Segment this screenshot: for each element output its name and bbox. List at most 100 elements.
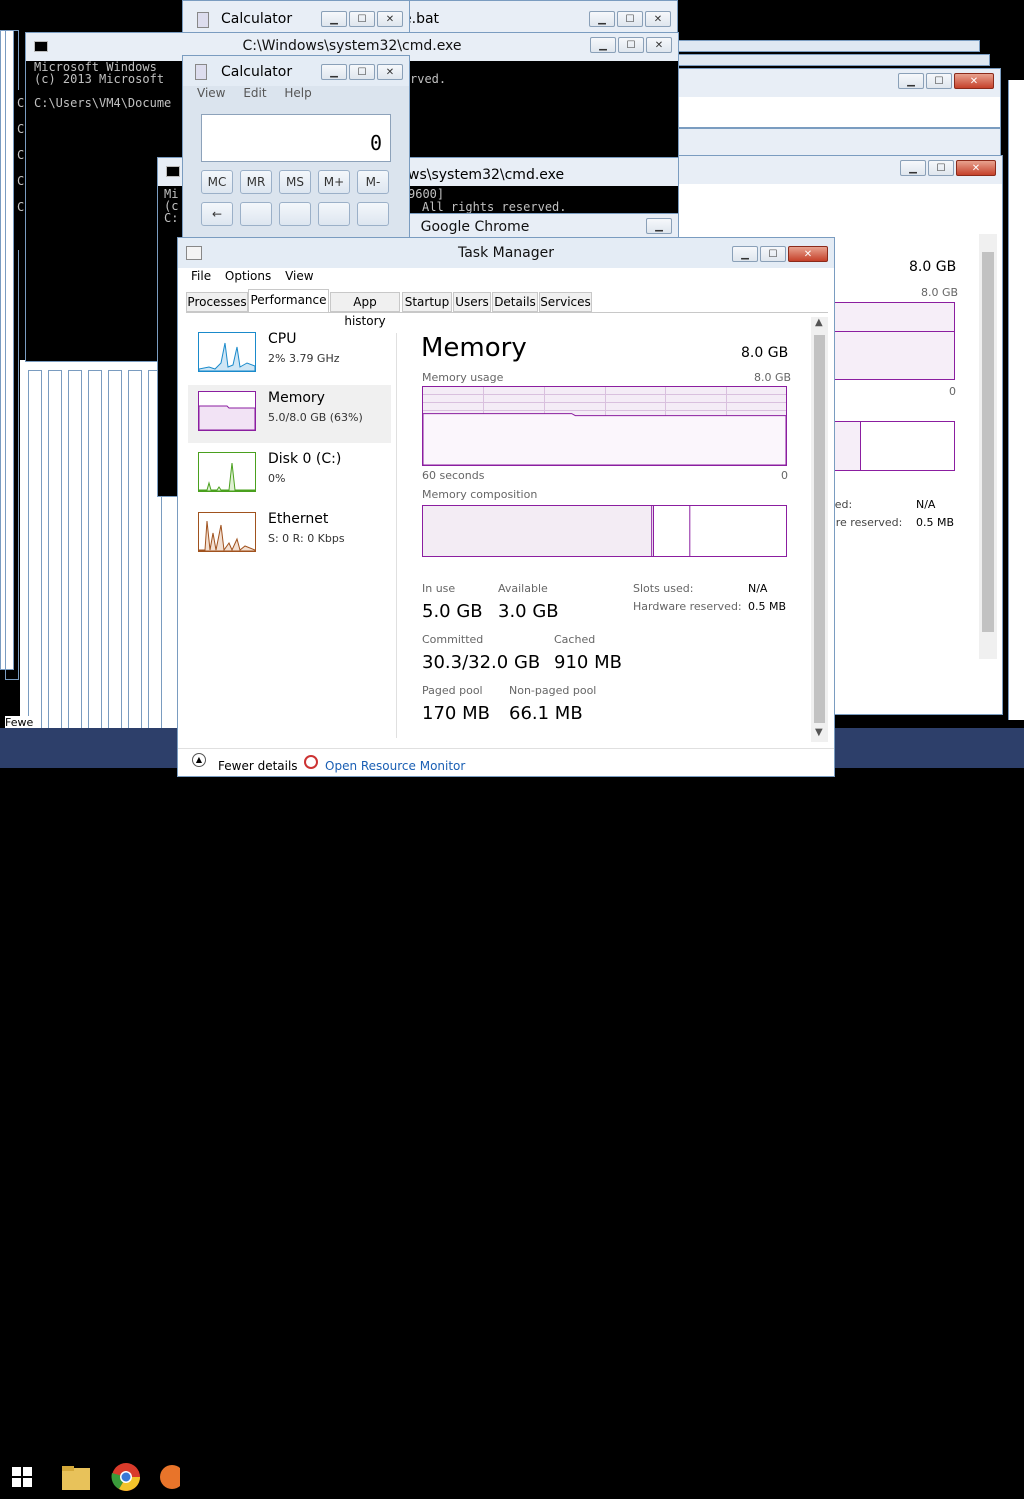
backspace-button[interactable]: ← <box>201 202 233 226</box>
tab-users[interactable]: Users <box>453 292 491 312</box>
ms-button[interactable]: MS <box>279 170 311 194</box>
stat-cached-value: 910 MB <box>554 652 622 673</box>
chrome-taskbar-button[interactable] <box>106 1458 146 1496</box>
composition-in-use <box>423 506 652 556</box>
time-right-label: 0 <box>781 469 788 482</box>
folder-icon <box>62 1466 90 1490</box>
tab-app-history[interactable]: App history <box>330 292 400 328</box>
cmd1-line2-tail: rved. <box>410 72 447 86</box>
mr-button[interactable]: MR <box>240 170 272 194</box>
sidebar-ethernet-name: Ethernet <box>268 511 329 527</box>
menu-file[interactable]: File <box>191 269 211 283</box>
right-slots-value: N/A <box>916 498 936 511</box>
menu-options[interactable]: Options <box>225 269 271 283</box>
minimize-button[interactable]: ▁ <box>590 37 616 53</box>
menu-view[interactable]: View <box>285 269 313 283</box>
cmd2-tail-1: 9600] <box>408 187 445 201</box>
maximize-button[interactable]: ☐ <box>349 64 375 80</box>
composition-label: Memory composition <box>422 488 538 501</box>
menu-edit[interactable]: Edit <box>243 86 266 100</box>
close-button[interactable]: ✕ <box>954 73 994 89</box>
sidebar-divider <box>396 333 397 738</box>
maximize-button[interactable]: ☐ <box>349 11 375 27</box>
minimize-button[interactable]: ▁ <box>732 246 758 262</box>
cmd-icon <box>166 166 180 177</box>
calculator-menu: View Edit Help <box>197 86 326 100</box>
bg-window-right-top: ▁ ☐ ✕ <box>678 68 1001 128</box>
maximize-button[interactable]: ☐ <box>760 246 786 262</box>
calc-button-sqrt[interactable] <box>357 202 389 226</box>
tab-services[interactable]: Services <box>539 292 592 312</box>
stat-paged-label: Paged pool <box>422 684 483 697</box>
usage-max: 8.0 GB <box>754 371 792 384</box>
stat-slots-label: Slots used: <box>633 582 694 595</box>
calculator-icon <box>197 12 209 28</box>
minimize-button[interactable]: ▁ <box>589 11 615 27</box>
m-plus-button[interactable]: M+ <box>318 170 350 194</box>
close-button[interactable]: ✕ <box>377 11 403 27</box>
close-button[interactable]: ✕ <box>645 11 671 27</box>
cpu-thumbnail-graph <box>198 332 256 372</box>
tab-processes[interactable]: Processes <box>186 292 248 312</box>
m-minus-button[interactable]: M- <box>357 170 389 194</box>
scroll-down-icon[interactable]: ▼ <box>815 727 823 738</box>
sidebar-memory-name: Memory <box>268 390 325 406</box>
firefox-taskbar-button[interactable] <box>150 1458 184 1496</box>
minimize-button[interactable]: ▁ <box>900 160 926 176</box>
memory-usage-line <box>422 413 787 466</box>
close-button[interactable]: ✕ <box>788 246 828 262</box>
chevron-up-icon[interactable]: ▲ <box>192 753 206 767</box>
scroll-up-icon[interactable]: ▲ <box>815 317 823 328</box>
stat-in-use-label: In use <box>422 582 456 595</box>
sidebar-ethernet-sub: S: 0 R: 0 Kbps <box>268 532 345 545</box>
stat-committed-label: Committed <box>422 633 484 646</box>
sidebar-item-memory[interactable]: Memory 5.0/8.0 GB (63%) <box>188 385 391 443</box>
minimize-button[interactable]: ▁ <box>898 73 924 89</box>
tab-performance[interactable]: Performance <box>248 289 329 313</box>
menu-view[interactable]: View <box>197 86 225 100</box>
stat-available-value: 3.0 GB <box>498 601 559 622</box>
calc-button-c[interactable] <box>279 202 311 226</box>
file-explorer-taskbar-button[interactable] <box>56 1458 96 1496</box>
calc-button-ce[interactable] <box>240 202 272 226</box>
memory-composition-bar <box>422 505 787 557</box>
tab-divider <box>186 312 828 313</box>
stat-hw-value: 0.5 MB <box>748 600 787 613</box>
minimize-button[interactable]: ▁ <box>646 218 672 234</box>
detail-heading: Memory <box>421 333 527 363</box>
tab-startup[interactable]: Startup <box>402 292 452 312</box>
maximize-button[interactable]: ☐ <box>926 73 952 89</box>
task-manager-menu: File Options View <box>191 269 314 283</box>
cmd1-title: C:\Windows\system32\cmd.exe <box>242 38 462 54</box>
scrollbar-thumb[interactable] <box>814 335 825 723</box>
stat-in-use-value: 5.0 GB <box>422 601 483 622</box>
open-resource-monitor-link[interactable]: Open Resource Monitor <box>325 759 465 773</box>
sidebar-item-cpu[interactable]: CPU 2% 3.79 GHz <box>188 326 391 384</box>
minimize-button[interactable]: ▁ <box>321 11 347 27</box>
tab-details[interactable]: Details <box>492 292 538 312</box>
chrome-icon <box>111 1463 140 1491</box>
menu-help[interactable]: Help <box>284 86 311 100</box>
right-hw-value: 0.5 MB <box>916 516 955 529</box>
right-hw-label: are reserved: <box>829 516 903 529</box>
sidebar-item-disk[interactable]: Disk 0 (C:) 0% <box>188 446 391 504</box>
fewer-details-button[interactable]: Fewer details <box>218 759 298 773</box>
mc-button[interactable]: MC <box>201 170 233 194</box>
maximize-button[interactable]: ☐ <box>617 11 643 27</box>
detail-total: 8.0 GB <box>741 345 789 361</box>
maximize-button[interactable]: ☐ <box>618 37 644 53</box>
detail-scrollbar[interactable]: ▲ ▼ <box>811 317 828 742</box>
close-button[interactable]: ✕ <box>377 64 403 80</box>
minimize-button[interactable]: ▁ <box>321 64 347 80</box>
close-button[interactable]: ✕ <box>956 160 996 176</box>
firefox-icon <box>160 1465 184 1489</box>
calculator-window: Calculator ▁ ☐ ✕ View Edit Help 0 MC MR … <box>182 55 410 245</box>
stat-hw-label: Hardware reserved: <box>633 600 742 613</box>
calc-button-plusminus[interactable] <box>318 202 350 226</box>
start-button[interactable] <box>2 1458 42 1496</box>
right-scrollbar[interactable] <box>979 234 997 659</box>
sidebar-item-ethernet[interactable]: Ethernet S: 0 R: 0 Kbps <box>188 506 391 564</box>
sidebar-disk-sub: 0% <box>268 472 286 485</box>
close-button[interactable]: ✕ <box>646 37 672 53</box>
maximize-button[interactable]: ☐ <box>928 160 954 176</box>
